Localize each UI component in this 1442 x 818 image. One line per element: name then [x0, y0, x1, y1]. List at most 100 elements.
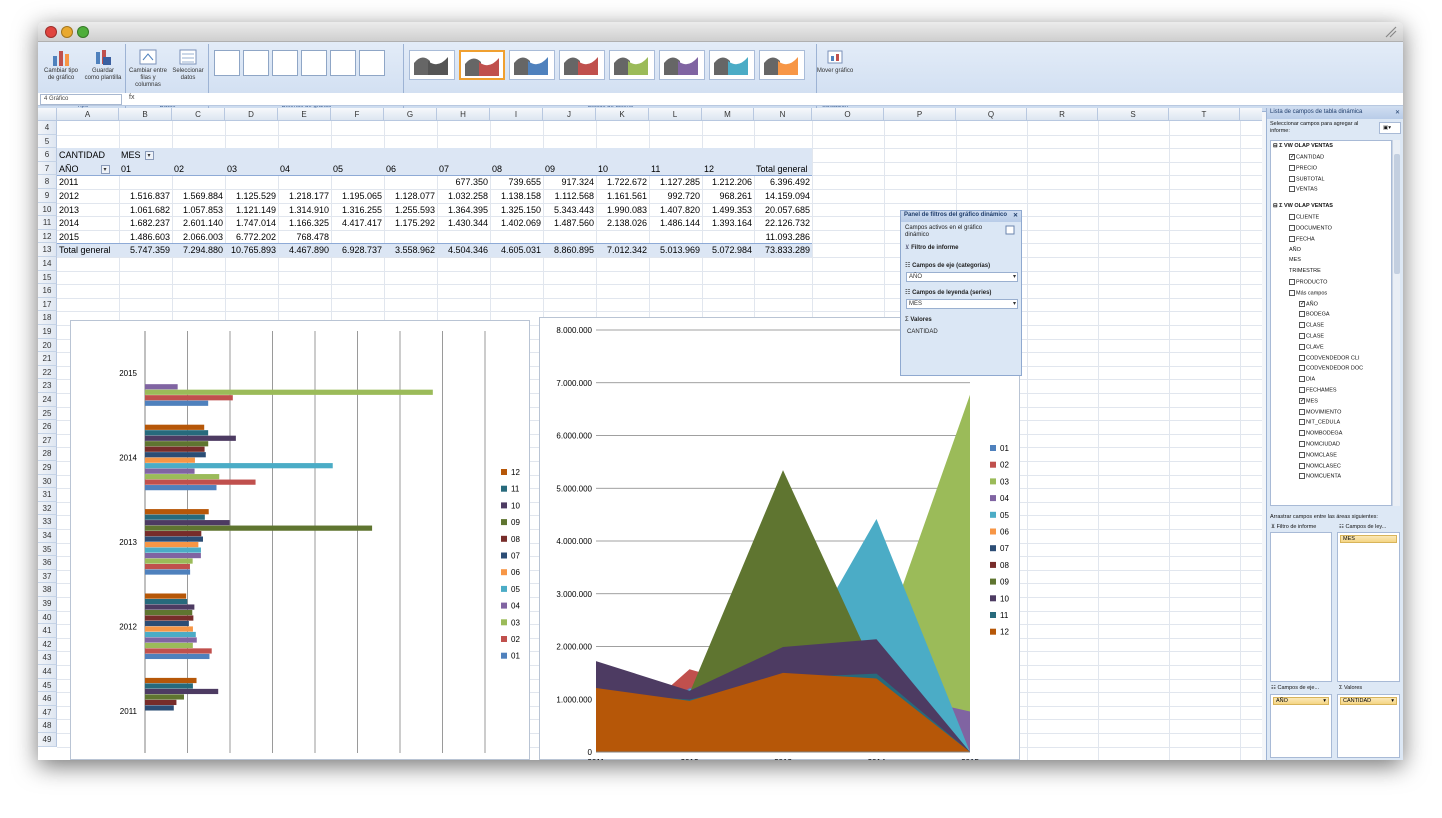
pivot-value-cell[interactable]: 1.121.149 [225, 203, 278, 217]
pivot-values-field[interactable]: CANTIDAD [57, 148, 119, 162]
column-header[interactable]: T [1169, 108, 1240, 121]
pivot-grand-total-cell[interactable]: 7.294.880 [172, 243, 225, 257]
pivot-value-cell[interactable]: 1.486.603 [119, 230, 172, 244]
field-item[interactable]: CODVENDEDOR CLI [1299, 354, 1359, 362]
checkbox[interactable] [1299, 430, 1305, 437]
field-item[interactable]: CLAVE [1299, 343, 1324, 351]
close-icon[interactable]: ✕ [1395, 109, 1400, 116]
field-group[interactable]: ⊟ Σ VW OLAP VENTAS [1273, 203, 1333, 210]
field-item[interactable]: FECHAMES [1299, 387, 1337, 394]
pivot-value-cell[interactable]: 1.195.065 [331, 189, 384, 203]
bar[interactable] [145, 620, 189, 627]
bar[interactable] [145, 384, 178, 390]
checkbox[interactable] [1289, 186, 1295, 193]
chart-style-option[interactable] [409, 50, 455, 80]
column-header[interactable]: P [884, 108, 956, 121]
pivot-column-field[interactable]: MES ▾ [119, 148, 189, 162]
bar[interactable] [145, 452, 206, 458]
bar[interactable] [145, 683, 193, 689]
chart-style-option[interactable] [709, 50, 755, 80]
checkbox[interactable] [1289, 235, 1295, 242]
field-group[interactable]: ⊟ Σ VW OLAP VENTAS [1273, 143, 1333, 150]
bar[interactable] [145, 514, 205, 520]
column-header[interactable]: Q [956, 108, 1027, 121]
row-header[interactable]: 9 [38, 189, 57, 203]
row-header[interactable]: 17 [38, 297, 57, 312]
row-header[interactable]: 15 [38, 270, 57, 285]
checkbox[interactable] [1299, 311, 1305, 318]
pivot-value-cell[interactable]: 1.127.285 [649, 175, 702, 189]
field-item[interactable]: CLASE [1299, 322, 1324, 329]
bar[interactable] [145, 435, 236, 441]
row-header[interactable]: 39 [38, 597, 57, 611]
chart-layout-2[interactable] [243, 50, 269, 76]
column-header[interactable]: I [490, 108, 543, 121]
column-header[interactable]: N [754, 108, 812, 121]
bar[interactable] [145, 463, 333, 469]
pivot-value-cell[interactable] [331, 175, 384, 189]
column-header[interactable]: A [57, 108, 119, 121]
legend-field-dropdown[interactable]: MES ▾ [906, 299, 1018, 309]
zoom-window-button[interactable] [77, 26, 89, 38]
chart-style-option[interactable] [659, 50, 705, 80]
bar[interactable] [145, 474, 220, 480]
filter-dropdown-icon[interactable]: ▾ [144, 151, 154, 161]
row-header[interactable]: 18 [38, 311, 57, 325]
pivot-grand-total-cell[interactable]: 4.605.031 [490, 243, 543, 257]
pivot-value-cell[interactable] [172, 175, 225, 189]
layout-options-button[interactable]: ▣▾ [1379, 122, 1401, 134]
bar[interactable] [145, 531, 202, 537]
bar[interactable] [145, 525, 373, 531]
pivot-value-cell[interactable]: 1.990.083 [596, 203, 649, 217]
pivot-value-cell[interactable] [543, 230, 596, 244]
pivot-value-cell[interactable]: 1.487.560 [543, 216, 596, 230]
pivot-value-cell[interactable]: 1.569.884 [172, 189, 225, 203]
bar[interactable] [145, 705, 174, 711]
pivot-row-field[interactable]: AÑO ▾ [57, 162, 119, 176]
row-header[interactable]: 45 [38, 678, 57, 693]
column-header[interactable]: D [225, 108, 278, 121]
row-header[interactable]: 10 [38, 202, 57, 217]
field-item[interactable]: VENTAS [1289, 186, 1318, 193]
chart-layout-4[interactable] [301, 50, 327, 76]
values-field-chip[interactable]: CANTIDAD ▾ [1340, 697, 1397, 705]
pivot-value-cell[interactable] [702, 230, 754, 244]
bar[interactable] [145, 637, 197, 643]
pivot-value-cell[interactable]: 1.516.837 [119, 189, 172, 203]
field-item[interactable]: AÑO [1289, 247, 1301, 254]
pivot-value-cell[interactable]: 1.218.177 [278, 189, 331, 203]
bar[interactable] [145, 688, 219, 695]
row-header[interactable]: 35 [38, 542, 57, 557]
field-item[interactable]: FECHA [1289, 235, 1315, 243]
field-item[interactable]: NOMCLASEC [1299, 462, 1341, 470]
move-chart-button[interactable]: Mover gráfico [816, 46, 854, 75]
chart-style-option[interactable] [559, 50, 605, 80]
axis-area[interactable]: AÑO ▾ [1270, 694, 1332, 758]
pivot-value-cell[interactable] [649, 230, 702, 244]
pivot-value-cell[interactable]: 1.430.344 [437, 216, 490, 230]
pivot-value-cell[interactable] [225, 175, 278, 189]
bar[interactable] [145, 653, 210, 660]
checkbox[interactable] [1289, 175, 1295, 182]
pivot-value-cell[interactable]: 1.128.077 [384, 189, 437, 203]
pivot-value-cell[interactable]: 1.722.672 [596, 175, 649, 189]
checkbox[interactable] [1299, 322, 1305, 329]
bar[interactable] [145, 395, 233, 401]
column-header[interactable]: S [1098, 108, 1169, 121]
row-header[interactable]: 11 [38, 216, 57, 230]
fx-icon[interactable]: fx [126, 94, 166, 105]
pivot-value-cell[interactable]: 1.486.144 [649, 216, 702, 230]
pivot-grand-total-cell[interactable]: 5.072.984 [702, 243, 754, 257]
column-header[interactable]: M [702, 108, 754, 121]
chart-style-option[interactable] [509, 50, 555, 80]
chart-layout-1[interactable] [214, 50, 240, 76]
area-chart[interactable]: 0 1.000.000 2.000.000 3.000.000 4.000.000 5.0… [539, 317, 1020, 760]
pivot-value-cell[interactable]: 1.747.014 [225, 216, 278, 230]
field-item[interactable]: PRECIO [1289, 164, 1317, 172]
field-item[interactable]: MES [1289, 257, 1301, 264]
bar[interactable] [145, 626, 193, 632]
chart-style-option[interactable] [759, 50, 805, 80]
field-item[interactable]: NOMCUENTA [1299, 473, 1341, 480]
bar[interactable] [145, 604, 195, 610]
column-header[interactable]: E [278, 108, 331, 121]
